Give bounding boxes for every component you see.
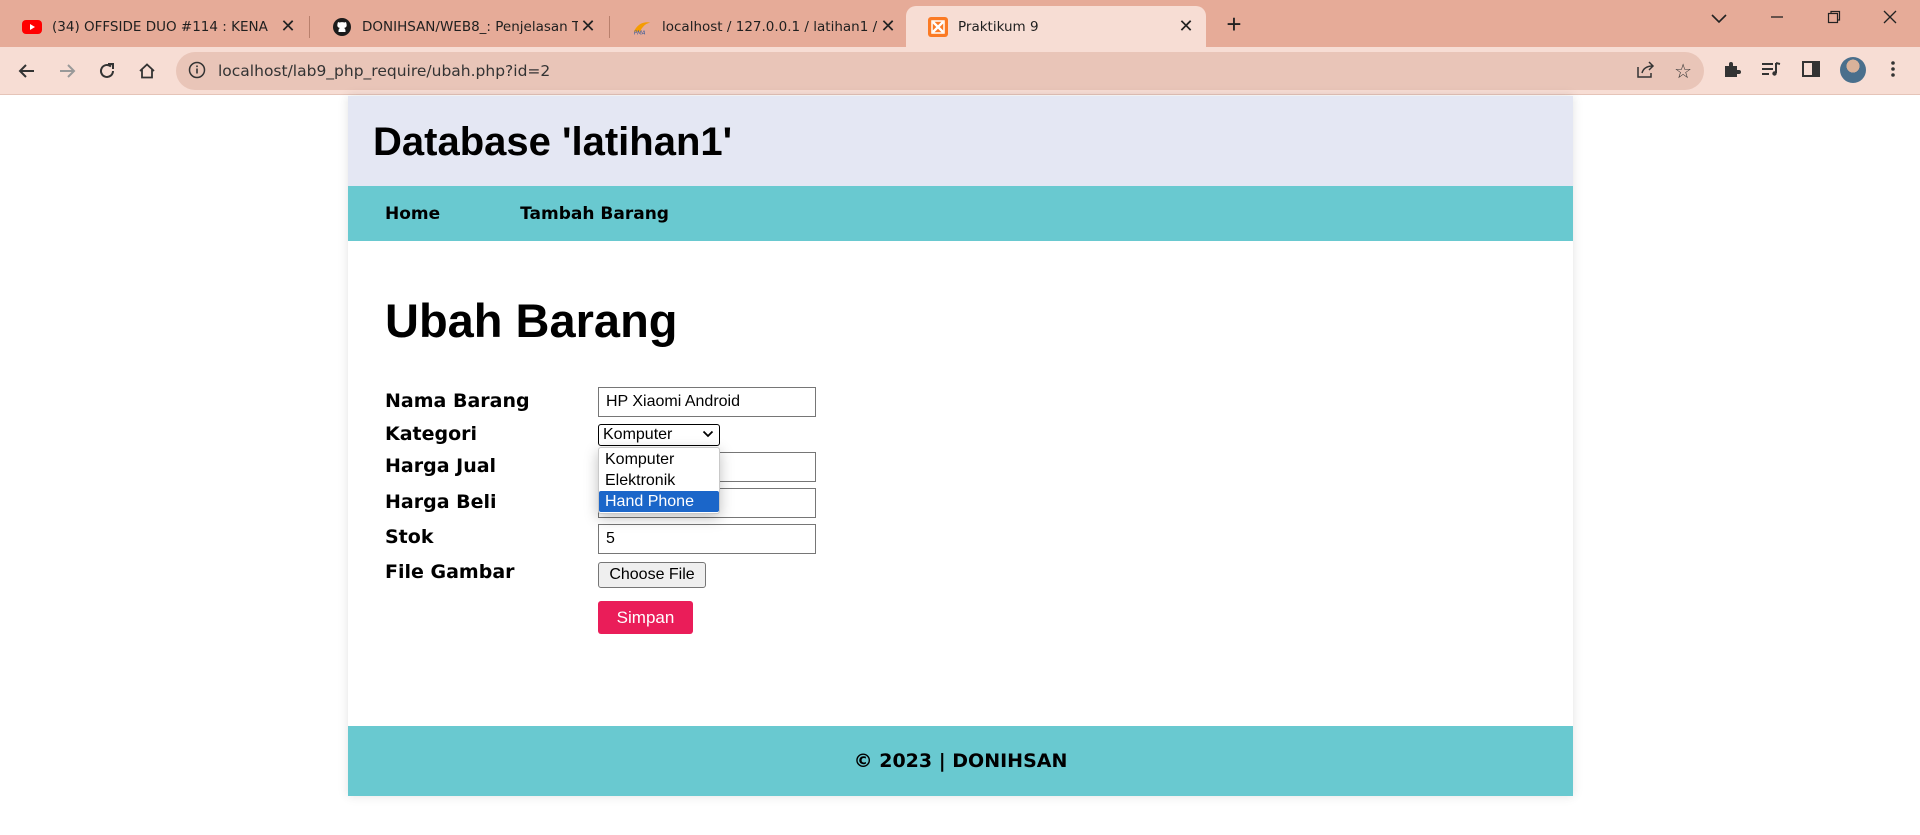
forward-arrow-icon[interactable] — [53, 57, 81, 85]
kategori-option-hand-phone[interactable]: Hand Phone — [599, 491, 719, 512]
kategori-dropdown-list: Komputer Elektronik Hand Phone — [598, 447, 720, 514]
tab-praktikum[interactable]: Praktikum 9 ✕ — [906, 6, 1206, 47]
stok-label: Stok — [385, 526, 434, 548]
media-queue-icon[interactable] — [1759, 57, 1783, 81]
tab-title: localhost / 127.0.0.1 / latihan1 / — [662, 18, 878, 35]
site-nav: Home Tambah Barang — [348, 186, 1573, 241]
share-icon[interactable] — [1636, 61, 1656, 84]
site-footer: © 2023 | DONIHSAN — [348, 726, 1573, 796]
nama-barang-input[interactable]: HP Xiaomi Android — [598, 387, 816, 417]
close-tab-icon[interactable]: ✕ — [1176, 16, 1196, 37]
phpmyadmin-icon: PMA — [632, 17, 652, 37]
tab-title: DONIHSAN/WEB8_: Penjelasan T — [362, 18, 578, 35]
bookmark-star-icon[interactable]: ☆ — [1674, 59, 1692, 84]
browser-toolbar: localhost/lab9_php_require/ubah.php?id=2… — [0, 47, 1920, 95]
choose-file-button[interactable]: Choose File — [598, 562, 706, 588]
back-arrow-icon[interactable] — [13, 57, 41, 85]
nama-barang-label: Nama Barang — [385, 390, 530, 412]
nav-home-link[interactable]: Home — [385, 204, 440, 224]
close-tab-icon[interactable]: ✕ — [578, 16, 598, 37]
site-header: Database 'latihan1' — [348, 96, 1573, 186]
url-text[interactable]: localhost/lab9_php_require/ubah.php?id=2 — [218, 62, 550, 80]
youtube-icon — [22, 17, 42, 37]
page-container: Database 'latihan1' Home Tambah Barang U… — [348, 96, 1573, 796]
chevron-down-icon — [702, 427, 714, 446]
file-gambar-label: File Gambar — [385, 561, 515, 583]
restore-icon[interactable] — [1822, 8, 1846, 29]
footer-text: © 2023 | DONIHSAN — [853, 750, 1068, 772]
close-tab-icon[interactable]: ✕ — [878, 16, 898, 37]
harga-jual-label: Harga Jual — [385, 455, 497, 477]
nav-tambah-barang-link[interactable]: Tambah Barang — [520, 204, 669, 224]
site-title: Database 'latihan1' — [373, 120, 733, 164]
tab-search-chevron-icon[interactable] — [1707, 8, 1731, 29]
reload-icon[interactable] — [93, 57, 121, 85]
home-icon[interactable] — [133, 57, 161, 85]
tab-github[interactable]: DONIHSAN/WEB8_: Penjelasan T ✕ — [310, 6, 608, 47]
main-content: Ubah Barang Nama Barang HP Xiaomi Androi… — [348, 241, 1573, 726]
kategori-label: Kategori — [385, 423, 478, 445]
simpan-button[interactable]: Simpan — [598, 601, 693, 634]
kategori-option-komputer[interactable]: Komputer — [599, 449, 719, 470]
tab-title: Praktikum 9 — [958, 18, 1039, 35]
xampp-icon — [928, 16, 948, 37]
minimize-icon[interactable] — [1765, 8, 1789, 29]
extensions-puzzle-icon[interactable] — [1720, 57, 1744, 81]
stok-input[interactable]: 5 — [598, 524, 816, 554]
kategori-selected-value: Komputer — [603, 426, 673, 443]
site-info-icon[interactable] — [188, 61, 208, 81]
tab-title: (34) OFFSIDE DUO #114 : KENA — [52, 18, 268, 35]
github-icon — [332, 17, 352, 37]
profile-avatar[interactable] — [1840, 57, 1866, 83]
tab-youtube[interactable]: (34) OFFSIDE DUO #114 : KENA ✕ — [0, 6, 308, 47]
close-tab-icon[interactable]: ✕ — [278, 16, 298, 37]
svg-text:PMA: PMA — [634, 30, 646, 36]
address-bar[interactable]: localhost/lab9_php_require/ubah.php?id=2… — [176, 52, 1704, 90]
page-heading: Ubah Barang — [385, 294, 678, 347]
side-panel-icon[interactable] — [1799, 57, 1823, 81]
more-menu-icon[interactable] — [1881, 57, 1905, 81]
new-tab-icon[interactable]: + — [1222, 9, 1246, 40]
browser-tab-bar: (34) OFFSIDE DUO #114 : KENA ✕ DONIHSAN/… — [0, 0, 1920, 47]
tab-phpmyadmin[interactable]: PMA localhost / 127.0.0.1 / latihan1 / ✕ — [610, 6, 908, 47]
harga-beli-label: Harga Beli — [385, 491, 497, 513]
kategori-option-elektronik[interactable]: Elektronik — [599, 470, 719, 491]
close-window-icon[interactable] — [1878, 8, 1902, 29]
kategori-select[interactable]: Komputer — [598, 424, 720, 446]
